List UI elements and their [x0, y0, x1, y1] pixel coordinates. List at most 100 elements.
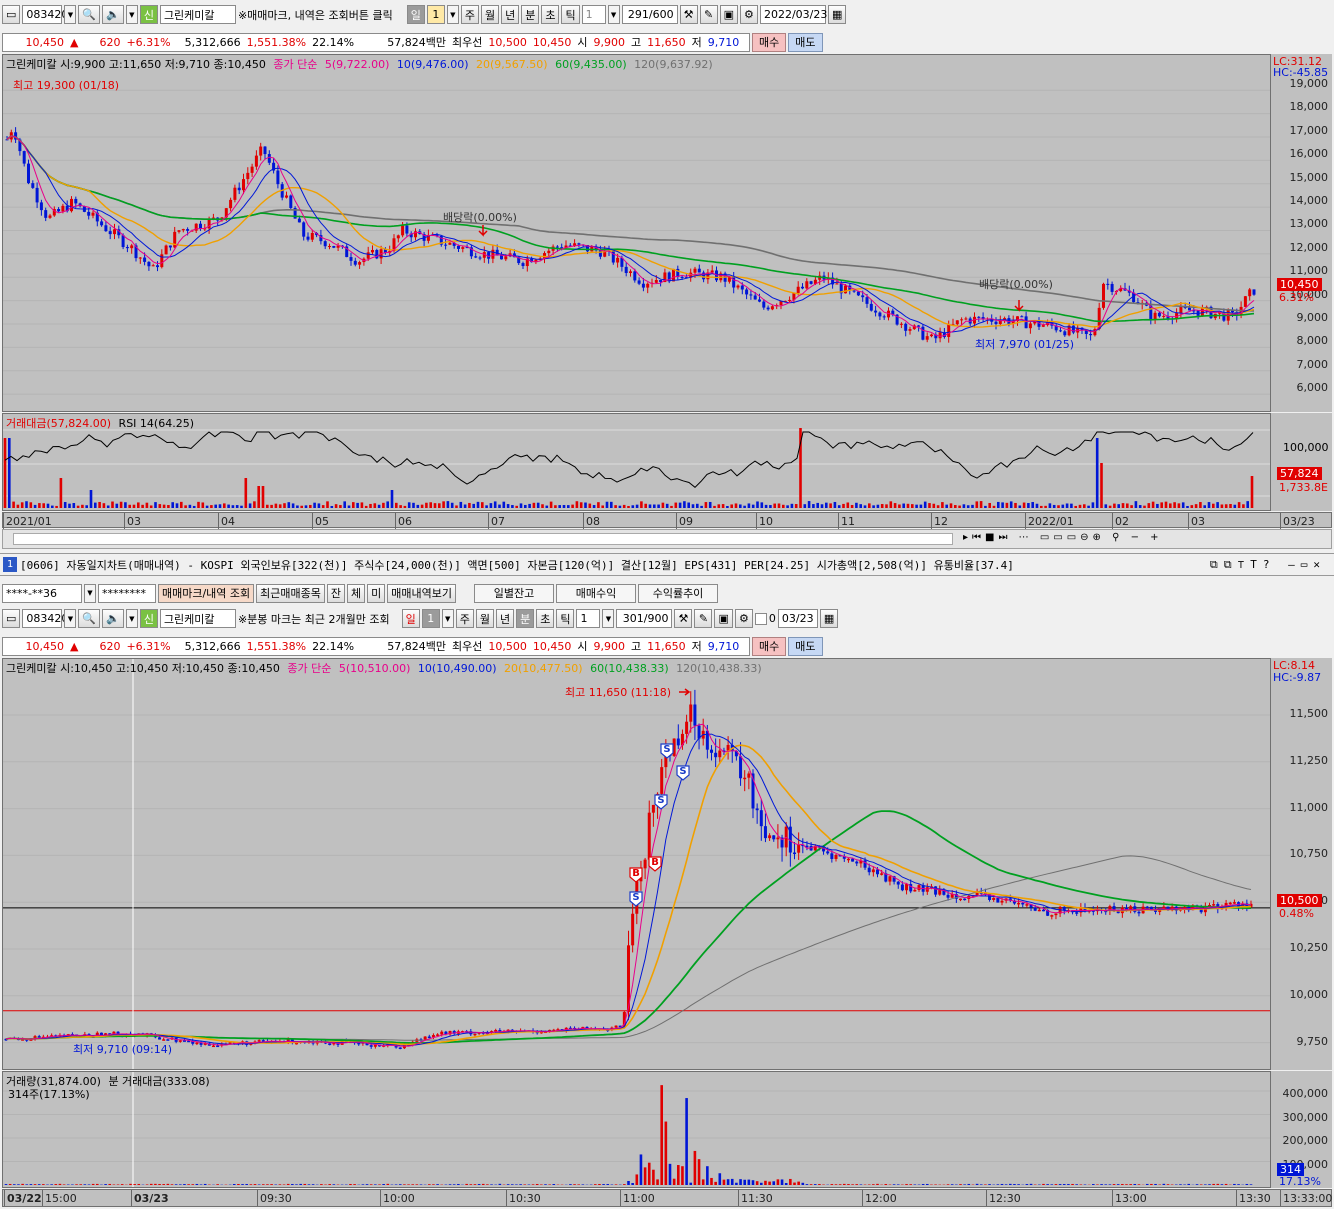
filled-tab[interactable]: 체 — [347, 583, 366, 603]
daily-scrollbar[interactable]: ▸⏮■⏭ ⋯ ▭▭▭⊖⊕ ⚲ − + — [2, 529, 1332, 549]
mark-query-button[interactable]: 매매마크/내역 조회 — [158, 583, 255, 603]
minute-x-tick-line — [42, 1190, 43, 1206]
period2-dropdown-icon[interactable]: ▼ — [441, 609, 454, 628]
tool2-icon[interactable]: ⚒ — [674, 609, 693, 628]
stock2-code-input[interactable]: 083420 — [22, 609, 68, 628]
daily-balance-button[interactable]: 일별잔고 — [474, 583, 555, 603]
stock-name-field[interactable]: 그린케미칼 — [159, 5, 236, 24]
period-second[interactable]: 초 — [541, 5, 560, 24]
balance-tab[interactable]: 잔 — [326, 583, 346, 603]
return-trend-button[interactable]: 수익률추이 — [638, 583, 719, 603]
tool-icon[interactable]: ⚒ — [679, 5, 698, 24]
stock2-name-field[interactable]: 그린케미칼 — [159, 609, 236, 628]
minute-volume-chart[interactable]: 거래량(31,874.00) 분 거래대금(333.08) 314주(17.13… — [2, 1071, 1272, 1188]
period-day[interactable]: 일 — [406, 5, 425, 24]
account-dropdown-icon[interactable]: ▼ — [84, 583, 96, 603]
speaker2-icon[interactable]: 🔈 — [102, 609, 124, 628]
daily-amount-bar — [1169, 503, 1172, 508]
count2-input[interactable]: 1 — [576, 609, 601, 628]
bars-count[interactable]: 291/600 — [621, 5, 678, 24]
minute-legend-ma-label: 종가 단순 — [287, 662, 332, 675]
daily-amount-bar — [283, 503, 286, 508]
unfilled-tab[interactable]: 미 — [367, 583, 386, 603]
bars2-count[interactable]: 301/900 — [616, 609, 673, 628]
trade-profit-button[interactable]: 매매수익 — [556, 583, 637, 603]
daily-sub-chart[interactable]: 거래대금(57,824.00) RSI 14(64.25) — [2, 413, 1272, 511]
save2-icon[interactable]: ▣ — [714, 609, 733, 628]
sell2-button[interactable]: 매도 — [788, 636, 823, 656]
account-input[interactable]: ****-**36 — [2, 583, 82, 603]
draw2-icon[interactable]: ✎ — [694, 609, 713, 628]
period-minute[interactable]: 분 — [521, 5, 540, 24]
period2-day[interactable]: 일 — [401, 609, 420, 628]
minute-volume-bar — [79, 1184, 82, 1185]
trade-history-button[interactable]: 매매내역보기 — [387, 583, 457, 603]
period2-count[interactable]: 1 — [421, 609, 440, 628]
speaker2-dropdown-icon[interactable]: ▼ — [125, 609, 138, 628]
password-input[interactable]: ******** — [98, 583, 156, 603]
speaker-icon[interactable]: 🔈 — [102, 5, 124, 24]
speaker-dropdown-icon[interactable]: ▼ — [125, 5, 138, 24]
minute-legend-ma10: 10(10,490.00) — [417, 662, 497, 675]
count2-dropdown-icon[interactable]: ▼ — [602, 609, 615, 628]
daily-amount-bar — [42, 503, 45, 508]
period-week[interactable]: 주 — [460, 5, 479, 24]
period-month[interactable]: 월 — [480, 5, 500, 24]
search2-icon[interactable]: 🔍 — [78, 609, 101, 628]
minute-volume-bar — [921, 1184, 925, 1185]
scroll-thumb[interactable] — [13, 533, 953, 545]
count-dropdown-icon[interactable]: ▼ — [607, 5, 620, 24]
minute-volume-bar — [851, 1184, 854, 1185]
buy-button[interactable]: 매수 — [752, 32, 787, 52]
daily-amount-bar — [597, 502, 600, 508]
daily-price-chart[interactable]: 그린케미칼 시:9,900 고:11,650 저:9,710 종:10,450 … — [2, 54, 1272, 412]
quote2-values: 10,450 ▲ 620 +6.31% 5,312,666 1,551.38% … — [2, 636, 750, 656]
minute-volume-bar — [552, 1184, 556, 1185]
scroll-controls[interactable]: ▸⏮■⏭ ⋯ ▭▭▭⊖⊕ ⚲ − + — [963, 532, 1163, 543]
daily-amount-bar — [180, 501, 183, 508]
checkbox-icon[interactable] — [754, 612, 767, 625]
stock-code-input[interactable]: 083420 — [22, 5, 68, 24]
settings-icon[interactable]: ⚙ — [739, 5, 758, 24]
daily-candle-body — [229, 199, 233, 209]
minute-volume-bar — [17, 1184, 20, 1185]
date2-input[interactable]: 03/23 — [777, 609, 818, 628]
save-icon[interactable]: ▣ — [719, 5, 738, 24]
code-dropdown-icon[interactable]: ▼ — [64, 5, 77, 24]
period2-year[interactable]: 년 — [495, 609, 515, 628]
period-tick[interactable]: 틱 — [561, 5, 580, 24]
draw-icon[interactable]: ✎ — [699, 5, 718, 24]
calendar2-icon[interactable]: ▦ — [819, 609, 839, 628]
period2-minute[interactable]: 분 — [516, 609, 535, 628]
buy2-button[interactable]: 매수 — [752, 636, 787, 656]
period-year[interactable]: 년 — [501, 5, 520, 24]
period-dropdown-icon[interactable]: ▼ — [446, 5, 459, 24]
minute-volume-bar — [1100, 1184, 1103, 1185]
daily-amount-bar — [149, 505, 153, 508]
window-icon[interactable]: ▭ — [2, 5, 21, 24]
period2-week[interactable]: 주 — [455, 609, 474, 628]
recent-trades-button[interactable]: 최근매매종목 — [256, 583, 325, 603]
minute-volume-bar — [764, 1180, 767, 1185]
daily-candle-body — [749, 294, 753, 296]
period2-second[interactable]: 초 — [536, 609, 555, 628]
minute-price-chart[interactable]: SSSSBB 그린케미칼 시:10,450 고:10,450 저:10,450 … — [2, 658, 1272, 1070]
calendar-icon[interactable]: ▦ — [827, 5, 847, 24]
period-count[interactable]: 1 — [426, 5, 445, 24]
minute-volume-bar — [693, 1150, 697, 1185]
minute-volume-legend-amt: 분 거래대금(333.08) — [108, 1075, 210, 1088]
period2-tick[interactable]: 틱 — [556, 609, 575, 628]
daily-y-tick: 7,000 — [1296, 357, 1329, 371]
minute-volume-bar — [361, 1184, 365, 1185]
date-input[interactable]: 2022/03/23 — [759, 5, 827, 24]
window2-icon[interactable]: ▭ — [2, 609, 21, 628]
period2-month[interactable]: 월 — [475, 609, 494, 628]
settings2-icon[interactable]: ⚙ — [734, 609, 753, 628]
count-input[interactable]: 1 — [581, 5, 606, 24]
window-controls[interactable]: ⧉⧉⊤T? —▭✕ — [1210, 558, 1326, 572]
sell-button[interactable]: 매도 — [788, 32, 823, 52]
search-icon[interactable]: 🔍 — [78, 5, 101, 24]
daily-amount-bar — [1052, 504, 1056, 508]
code2-dropdown-icon[interactable]: ▼ — [64, 609, 77, 628]
daily-x-tick-line — [1280, 513, 1281, 529]
